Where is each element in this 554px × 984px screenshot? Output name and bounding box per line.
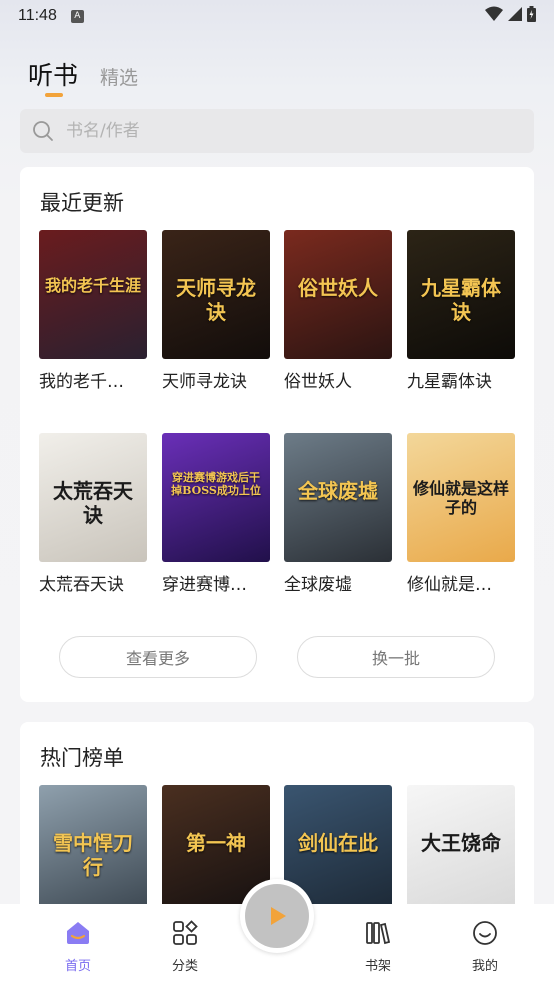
section-title: 最近更新	[40, 191, 124, 215]
cover-art-text: 全球废墟	[298, 479, 378, 503]
tab-active-indicator	[45, 93, 63, 97]
book-item[interactable]: 大王饶命	[407, 785, 515, 914]
cover-art-text: 修仙就是这样子的	[413, 479, 510, 518]
refresh-batch-button[interactable]: 换一批	[297, 636, 495, 678]
book-item[interactable]: 俗世妖人 俗世妖人	[284, 230, 392, 392]
tab-featured[interactable]: 精选	[100, 63, 138, 92]
book-item[interactable]: 天师寻龙诀 天师寻龙诀	[162, 230, 270, 392]
book-item[interactable]: 修仙就是这样子的 修仙就是…	[407, 433, 515, 595]
book-cover[interactable]: 天师寻龙诀	[162, 230, 270, 359]
nav-category-label: 分类	[171, 959, 198, 974]
play-button-inner	[245, 884, 309, 948]
book-title[interactable]: 太荒吞天诀	[39, 570, 147, 595]
nav-category[interactable]: 分类	[155, 918, 215, 974]
book-item[interactable]: 我的老千生涯 我的老千…	[39, 230, 147, 392]
book-title[interactable]: 俗世妖人	[284, 367, 392, 392]
nav-mine-label: 我的	[471, 959, 498, 974]
play-button[interactable]	[240, 879, 314, 953]
book-item[interactable]: 雪中悍刀行	[39, 785, 147, 914]
signal-icon	[508, 7, 522, 21]
nav-mine[interactable]: 我的	[455, 918, 515, 974]
book-cover[interactable]: 九星霸体诀	[407, 230, 515, 359]
search-icon	[33, 121, 53, 141]
search-bar[interactable]	[20, 109, 534, 153]
status-icons	[485, 6, 536, 22]
cover-art-text: 第一神	[186, 831, 246, 855]
cover-art-text: 俗世妖人	[298, 276, 378, 300]
book-cover[interactable]: 大王饶命	[407, 785, 515, 914]
book-cover[interactable]: 我的老千生涯	[39, 230, 147, 359]
tab-audiobook-label: 听书	[28, 61, 79, 90]
view-more-button[interactable]: 查看更多	[59, 636, 257, 678]
home-icon	[67, 922, 89, 944]
nav-home[interactable]: 首页	[48, 918, 108, 974]
play-icon	[271, 907, 286, 925]
book-item[interactable]: 九星霸体诀 九星霸体诀	[407, 230, 515, 392]
wifi-icon	[485, 6, 503, 21]
cover-art-text: 太荒吞天诀	[53, 479, 133, 527]
nav-home-label: 首页	[64, 959, 91, 974]
battery-icon	[527, 6, 536, 22]
search-input[interactable]	[66, 121, 466, 141]
book-title[interactable]: 修仙就是…	[407, 570, 515, 595]
book-cover[interactable]: 穿进赛博游戏后干掉BOSS成功上位	[162, 433, 270, 562]
book-cover[interactable]: 雪中悍刀行	[39, 785, 147, 914]
category-icon	[173, 920, 198, 945]
book-item[interactable]: 全球废墟 全球废墟	[284, 433, 392, 595]
book-cover[interactable]: 修仙就是这样子的	[407, 433, 515, 562]
section-title: 热门榜单	[40, 746, 124, 770]
cover-art-text: 九星霸体诀	[421, 276, 501, 324]
nav-shelf[interactable]: 书架	[348, 918, 408, 974]
book-title[interactable]: 穿进赛博…	[162, 570, 270, 595]
book-title[interactable]: 我的老千…	[39, 367, 147, 392]
book-cover[interactable]: 太荒吞天诀	[39, 433, 147, 562]
book-cover[interactable]: 俗世妖人	[284, 230, 392, 359]
book-item[interactable]: 太荒吞天诀 太荒吞天诀	[39, 433, 147, 595]
bookshelf-icon	[366, 922, 391, 945]
status-time: 11:48	[18, 7, 57, 24]
book-cover[interactable]: 全球废墟	[284, 433, 392, 562]
cover-art-text: 穿进赛博游戏后干掉BOSS成功上位	[171, 471, 261, 498]
notification-icon: A	[70, 9, 84, 23]
book-title[interactable]: 九星霸体诀	[407, 367, 515, 392]
nav-shelf-label: 书架	[364, 959, 391, 974]
status-bar: 11:48 A	[0, 0, 554, 32]
top-tabs: 听书 精选	[28, 56, 138, 97]
book-title[interactable]: 天师寻龙诀	[162, 367, 270, 392]
cover-art-text: 剑仙在此	[298, 831, 378, 855]
tab-audiobook[interactable]: 听书	[28, 56, 79, 97]
book-title[interactable]: 全球废墟	[284, 570, 392, 595]
profile-icon	[473, 921, 497, 945]
book-item[interactable]: 穿进赛博游戏后干掉BOSS成功上位 穿进赛博…	[162, 433, 270, 595]
recent-updates-card: 最近更新 我的老千生涯 我的老千… 天师寻龙诀 天师寻龙诀 俗世妖人 俗世妖人 …	[20, 167, 534, 702]
cover-art-text: 雪中悍刀行	[53, 831, 133, 879]
cover-art-text: 天师寻龙诀	[176, 276, 256, 324]
cover-art-text: 我的老千生涯	[45, 276, 142, 295]
cover-art-text: 大王饶命	[421, 831, 501, 855]
